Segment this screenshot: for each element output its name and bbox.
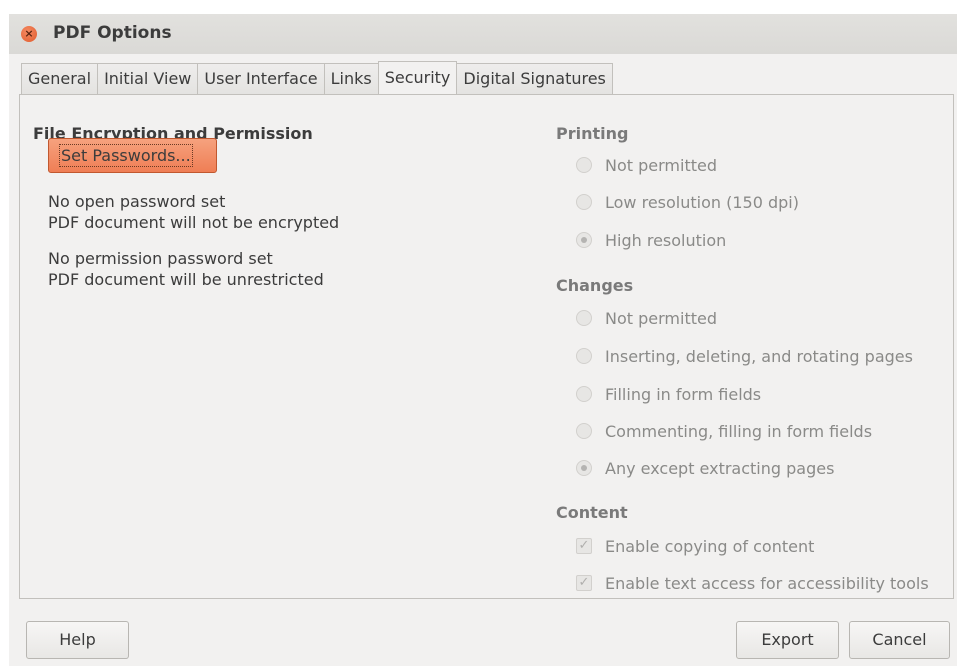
option-label: Enable text access for accessibility too… xyxy=(605,573,929,593)
printing-high-resolution-option[interactable]: High resolution xyxy=(576,229,726,251)
radio-icon[interactable] xyxy=(576,423,592,439)
pdf-options-dialog: × PDF Options General Initial View User … xyxy=(9,14,957,666)
printing-low-resolution-option[interactable]: Low resolution (150 dpi) xyxy=(576,191,799,213)
radio-icon[interactable] xyxy=(576,310,592,326)
export-button[interactable]: Export xyxy=(736,621,839,659)
checkbox-checked-icon[interactable]: ✓ xyxy=(576,575,592,591)
option-label: Inserting, deleting, and rotating pages xyxy=(605,346,913,366)
changes-inserting-option[interactable]: Inserting, deleting, and rotating pages xyxy=(576,345,913,367)
tab-links[interactable]: Links xyxy=(323,63,379,94)
window-title: PDF Options xyxy=(53,23,172,43)
option-label: Enable copying of content xyxy=(605,536,815,556)
option-label: Commenting, filling in form fields xyxy=(605,421,873,441)
open-password-status: No open password set xyxy=(48,192,226,211)
enable-accessibility-option[interactable]: ✓ Enable text access for accessibility t… xyxy=(576,572,929,594)
changes-any-except-option[interactable]: Any except extracting pages xyxy=(576,457,834,479)
radio-selected-icon[interactable] xyxy=(576,460,592,476)
permission-password-status: No permission password set xyxy=(48,249,273,268)
permission-password-info: No permission password set PDF document … xyxy=(48,248,324,290)
changes-filling-option[interactable]: Filling in form fields xyxy=(576,383,761,405)
title-bar: × PDF Options xyxy=(9,14,957,54)
changes-not-permitted-option[interactable]: Not permitted xyxy=(576,307,717,329)
enable-copying-option[interactable]: ✓ Enable copying of content xyxy=(576,535,814,557)
help-button[interactable]: Help xyxy=(26,621,129,659)
option-label: Filling in form fields xyxy=(605,384,762,404)
option-label: High resolution xyxy=(605,230,727,250)
radio-icon[interactable] xyxy=(576,194,592,210)
radio-icon[interactable] xyxy=(576,386,592,402)
changes-section-title: Changes xyxy=(556,276,634,295)
printing-not-permitted-option[interactable]: Not permitted xyxy=(576,154,717,176)
checkbox-checked-icon[interactable]: ✓ xyxy=(576,538,592,554)
open-password-info: No open password set PDF document will n… xyxy=(48,191,339,233)
tab-user-interface[interactable]: User Interface xyxy=(197,63,325,94)
changes-commenting-option[interactable]: Commenting, filling in form fields xyxy=(576,420,872,442)
tab-digital-signatures[interactable]: Digital Signatures xyxy=(456,63,613,94)
option-label: Not permitted xyxy=(605,155,717,175)
radio-icon[interactable] xyxy=(576,348,592,364)
close-icon[interactable]: × xyxy=(21,26,37,42)
option-label: Not permitted xyxy=(605,308,717,328)
printing-section-title: Printing xyxy=(556,124,629,143)
content-section-title: Content xyxy=(556,503,628,522)
option-label: Any except extracting pages xyxy=(605,458,835,478)
tab-bar: General Initial View User Interface Link… xyxy=(21,61,613,94)
tab-general[interactable]: General xyxy=(21,63,99,94)
tab-security[interactable]: Security xyxy=(377,61,458,94)
set-passwords-label: Set Passwords... xyxy=(59,144,193,167)
option-label: Low resolution (150 dpi) xyxy=(605,192,799,212)
tab-initial-view[interactable]: Initial View xyxy=(97,63,199,94)
open-password-detail: PDF document will not be encrypted xyxy=(48,213,340,232)
permission-password-detail: PDF document will be unrestricted xyxy=(48,270,324,289)
cancel-button[interactable]: Cancel xyxy=(849,621,950,659)
radio-selected-icon[interactable] xyxy=(576,232,592,248)
radio-icon[interactable] xyxy=(576,157,592,173)
set-passwords-button[interactable]: Set Passwords... xyxy=(48,138,217,173)
security-panel: File Encryption and Permission Set Passw… xyxy=(19,94,954,599)
